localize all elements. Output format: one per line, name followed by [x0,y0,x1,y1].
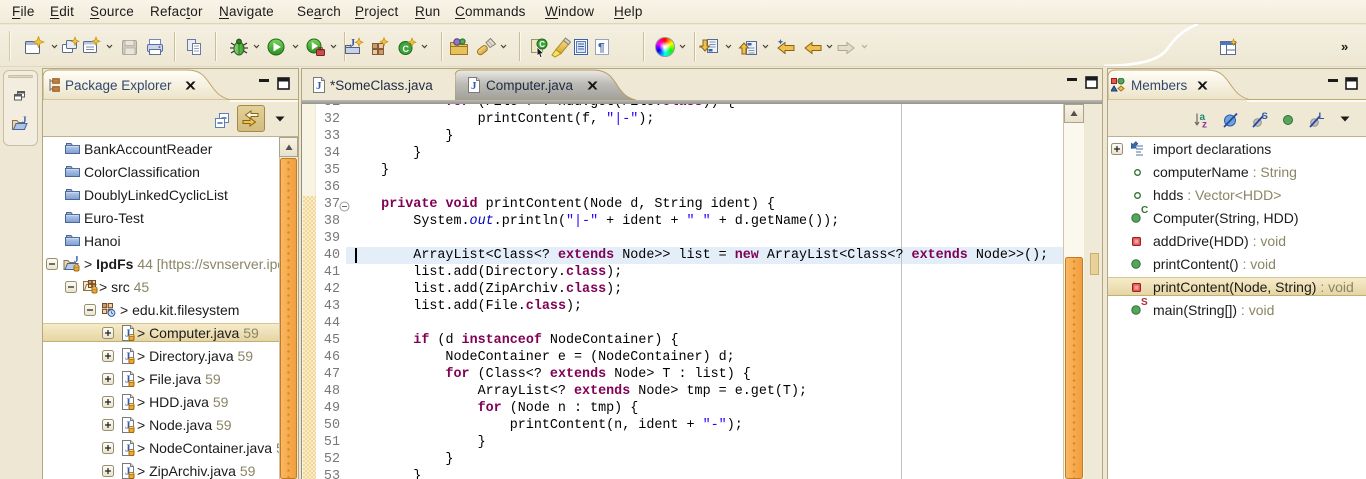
svg-text:J: J [316,80,322,92]
svg-text:z: z [1202,120,1207,129]
svg-text:S: S [1262,112,1268,122]
svg-text:C: C [539,40,545,49]
svg-text:J: J [350,38,355,49]
svg-text:L: L [1319,112,1325,122]
svg-text:¶: ¶ [598,41,605,55]
svg-text:C: C [403,44,410,54]
svg-text:J: J [22,116,27,125]
svg-text:J: J [471,80,477,92]
